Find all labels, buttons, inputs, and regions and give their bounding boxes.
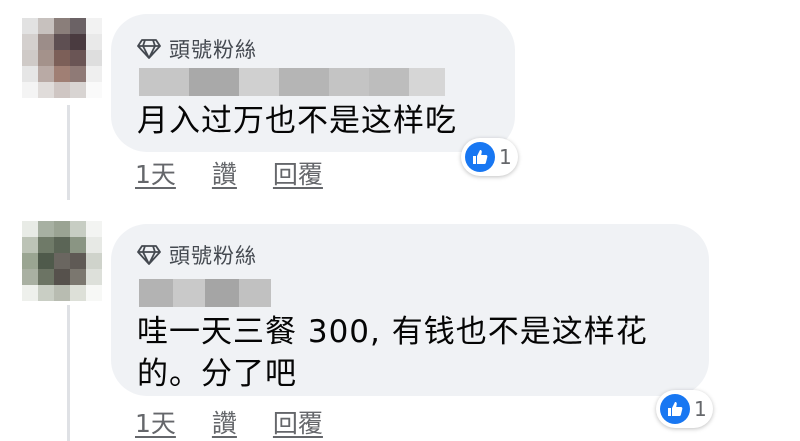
comment-line: 月入过万也不是这样吃 (137, 103, 457, 139)
diamond-icon (137, 245, 161, 265)
author-name-blurred[interactable] (139, 68, 445, 96)
avatar[interactable] (22, 221, 102, 301)
top-fan-badge[interactable]: 頭號粉絲 (137, 34, 257, 64)
author-name-blurred[interactable] (139, 279, 271, 307)
top-fan-badge[interactable]: 頭號粉絲 (137, 240, 257, 270)
comment-line: 的。分了吧 (137, 356, 297, 392)
like-link[interactable]: 讚 (212, 404, 237, 440)
like-link[interactable]: 讚 (212, 155, 237, 191)
thread-line (67, 105, 70, 200)
comment-actions: 1天 讚 回覆 (135, 155, 359, 191)
comment-text: 月入过万也不是这样吃 (137, 100, 457, 142)
badge-label: 頭號粉絲 (169, 244, 257, 268)
reaction-count: 1 (499, 145, 512, 169)
reaction-summary[interactable]: 1 (461, 138, 518, 176)
comment-line: 哇一天三餐 300, 有钱也不是这样花 (137, 314, 648, 350)
avatar[interactable] (22, 18, 102, 98)
timestamp-link[interactable]: 1天 (135, 404, 176, 440)
timestamp-link[interactable]: 1天 (135, 155, 176, 191)
comment-bubble: 頭號粉絲 哇一天三餐 300, 有钱也不是这样花 的。分了吧 (111, 224, 709, 396)
reply-link[interactable]: 回覆 (273, 404, 323, 440)
like-thumb-icon (660, 394, 690, 424)
comment-text: 哇一天三餐 300, 有钱也不是这样花 的。分了吧 (137, 311, 648, 395)
reply-link[interactable]: 回覆 (273, 155, 323, 191)
comment-actions: 1天 讚 回覆 (135, 404, 359, 440)
comment-bubble: 頭號粉絲 月入过万也不是这样吃 (111, 14, 515, 152)
reaction-summary[interactable]: 1 (656, 390, 713, 428)
like-thumb-icon (465, 142, 495, 172)
badge-label: 頭號粉絲 (169, 38, 257, 62)
thread-line (67, 305, 70, 441)
reaction-count: 1 (694, 397, 707, 421)
diamond-icon (137, 39, 161, 59)
